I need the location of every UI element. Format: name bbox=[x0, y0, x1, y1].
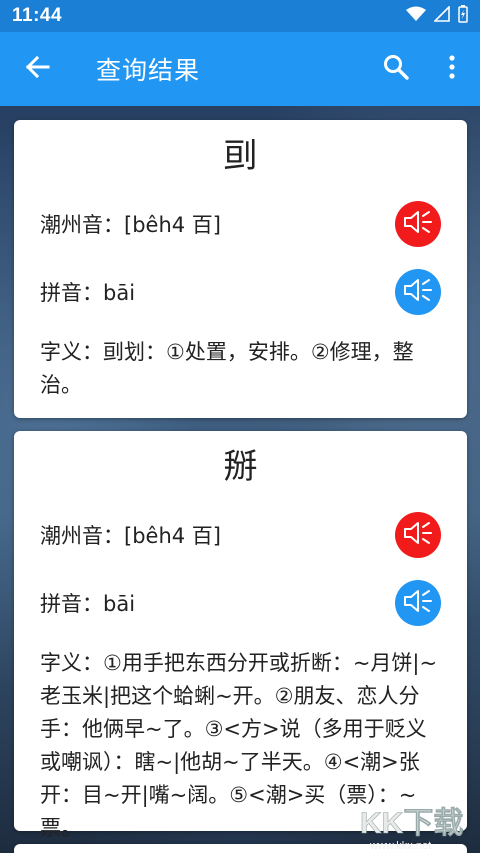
more-options-button[interactable] bbox=[424, 32, 480, 106]
pinyin: 拼音：bāi bbox=[40, 592, 136, 616]
battery-icon bbox=[458, 5, 468, 27]
speaker-icon bbox=[402, 588, 434, 618]
chaozhou-pronunciation: 潮州音：[bêh4 百] bbox=[40, 213, 221, 237]
pinyin: 拼音：bāi bbox=[40, 281, 136, 305]
status-bar: 11:44 bbox=[0, 0, 480, 32]
play-chaozhou-button[interactable] bbox=[395, 201, 441, 247]
search-button[interactable] bbox=[368, 32, 424, 106]
chaozhou-row: 潮州音：[bêh4 百] bbox=[40, 501, 441, 569]
chaozhou-pronunciation: 潮州音：[bêh4 百] bbox=[40, 524, 221, 548]
speaker-icon bbox=[402, 277, 434, 307]
status-time: 11:44 bbox=[12, 5, 63, 26]
status-icons bbox=[406, 5, 468, 27]
speaker-icon bbox=[402, 209, 434, 239]
play-pinyin-button[interactable] bbox=[395, 580, 441, 626]
wifi-icon bbox=[406, 6, 426, 26]
play-chaozhou-button[interactable] bbox=[395, 512, 441, 558]
app-bar: 查询结果 bbox=[0, 32, 480, 106]
speaker-icon bbox=[402, 520, 434, 550]
watermark-logo: KK下载 www.kkx.net bbox=[360, 807, 464, 852]
result-card: 刯 潮州音：[bêh4 百] 拼音：bāi 字义：刯划：①处置，安排。②修理，整… bbox=[14, 120, 467, 418]
svg-text:www.kkx.net: www.kkx.net bbox=[369, 840, 431, 852]
search-icon bbox=[383, 54, 409, 84]
pinyin-row: 拼音：bāi bbox=[40, 258, 441, 326]
result-list[interactable]: 刯 潮州音：[bêh4 百] 拼音：bāi 字义：刯划：①处置，安排。②修理，整… bbox=[0, 106, 480, 853]
pinyin-row: 拼音：bāi bbox=[40, 569, 441, 637]
meaning-text: 字义：刯划：①处置，安排。②修理，整治。 bbox=[40, 340, 414, 397]
arrow-left-icon bbox=[24, 54, 50, 84]
play-pinyin-button[interactable] bbox=[395, 269, 441, 315]
result-card: 掰 潮州音：[bêh4 百] 拼音：bāi 字义：①用手把东西分开或折断：~月饼… bbox=[14, 431, 467, 840]
character: 掰 bbox=[223, 447, 258, 487]
back-button[interactable] bbox=[0, 32, 74, 106]
page-title: 查询结果 bbox=[96, 56, 201, 85]
character: 刯 bbox=[223, 136, 258, 176]
app-actions bbox=[368, 32, 480, 106]
signal-icon bbox=[433, 5, 450, 26]
chaozhou-row: 潮州音：[bêh4 百] bbox=[40, 190, 441, 258]
more-vert-icon bbox=[448, 54, 456, 84]
svg-text:KK下载: KK下载 bbox=[360, 807, 463, 840]
